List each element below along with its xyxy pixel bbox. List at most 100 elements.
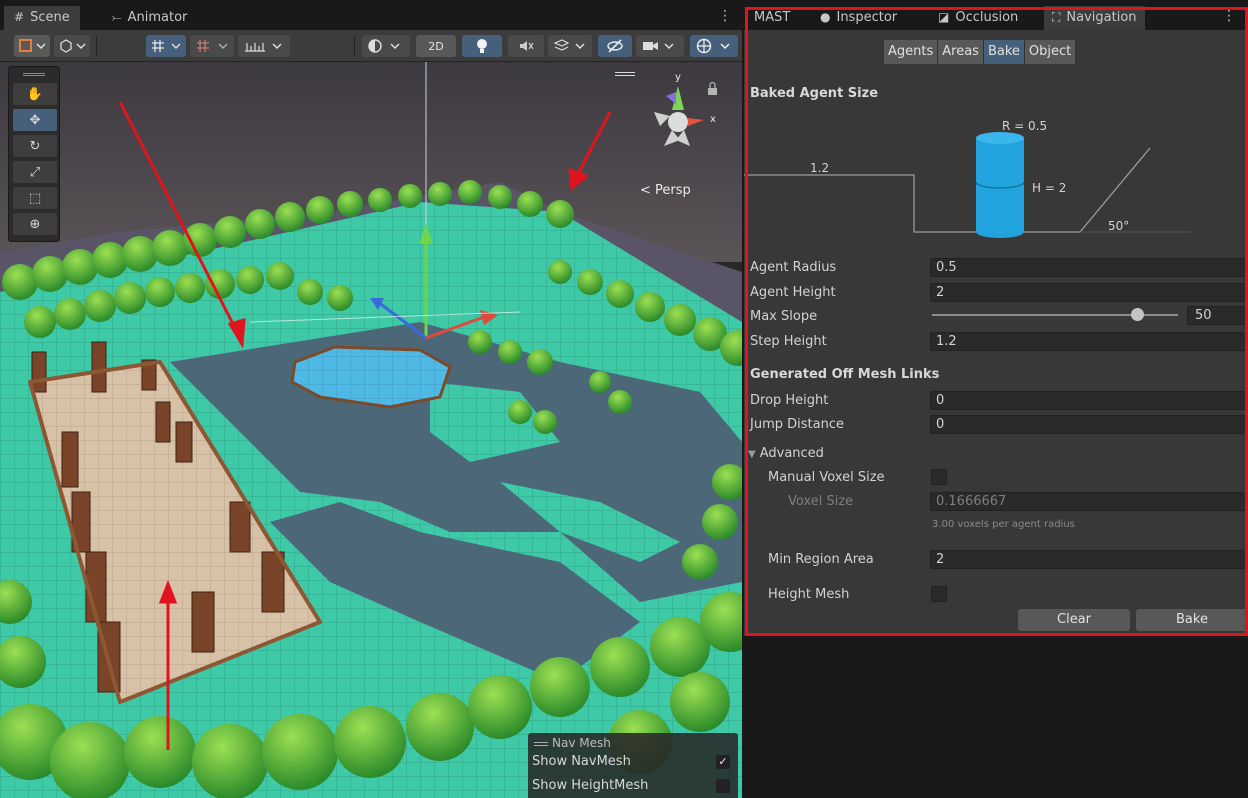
grid-icon: # xyxy=(14,10,25,24)
triangle-down-icon: ▼ xyxy=(748,449,756,460)
inspector-panel: MAST ● Inspector ◪ Occlusion ⛶ Navigation ⋮… xyxy=(744,0,1248,798)
inspector-more-menu-icon[interactable]: ⋮ xyxy=(1222,8,1236,24)
rotate-tool-button[interactable]: ↻ xyxy=(13,135,57,157)
scene-render: x y xyxy=(0,62,742,798)
step-height-field[interactable]: 1.2 xyxy=(930,332,1248,351)
clear-button[interactable]: Clear xyxy=(1018,609,1130,631)
hand-icon: ✋ xyxy=(26,86,44,102)
scale-icon: ⤢ xyxy=(29,164,41,180)
audio-toggle[interactable] xyxy=(508,35,544,57)
voxel-size-field: 0.1666667 xyxy=(930,492,1248,511)
navmesh-overlay-header[interactable]: Nav Mesh xyxy=(534,736,611,750)
transform-icon: ⊕ xyxy=(29,216,41,232)
agent-height-label: Agent Height xyxy=(750,285,836,300)
grid-snap-toggle[interactable] xyxy=(146,35,186,57)
sub-tab-areas[interactable]: Areas xyxy=(938,40,984,64)
sub-tab-object[interactable]: Object xyxy=(1024,40,1077,64)
rect-transform-icon: ⬚ xyxy=(28,190,42,206)
height-diagram-label: H = 2 xyxy=(1032,181,1066,195)
agent-height-field[interactable]: 2 xyxy=(930,283,1248,302)
manual-voxel-size-label: Manual Voxel Size xyxy=(768,470,885,485)
max-slope-field[interactable]: 50 xyxy=(1187,306,1248,325)
draw-mode-dropdown[interactable] xyxy=(14,35,50,57)
bake-button[interactable]: Bake xyxy=(1136,609,1248,631)
show-navmesh-row[interactable]: Show NavMesh ✓ xyxy=(532,754,734,772)
baked-agent-size-title: Baked Agent Size xyxy=(750,86,879,101)
show-heightmesh-row[interactable]: Show HeightMesh xyxy=(532,778,734,796)
agent-radius-field[interactable]: 0.5 xyxy=(930,258,1248,277)
view-tool-button[interactable]: ✋ xyxy=(13,83,57,105)
manual-voxel-size-checkbox[interactable] xyxy=(931,469,947,485)
overlay-grip-icon xyxy=(534,741,548,746)
step-height-diagram-label: 1.2 xyxy=(810,161,829,175)
move-tool-button[interactable]: ✥ xyxy=(13,109,57,131)
effects-stack-icon xyxy=(553,39,585,51)
min-region-area-label: Min Region Area xyxy=(768,552,874,567)
tools-overlay: ✋ ✥ ↻ ⤢ ⬚ ⊕ xyxy=(8,66,60,242)
2d-toggle-button[interactable]: 2D xyxy=(416,35,456,57)
rotate-icon: ↻ xyxy=(29,138,41,154)
camera-settings-dropdown[interactable] xyxy=(636,35,684,57)
tab-inspector[interactable]: ● Inspector xyxy=(812,6,905,30)
min-region-area-field[interactable]: 2 xyxy=(930,550,1248,569)
eye-slash-icon xyxy=(607,39,623,53)
snap-settings-dropdown[interactable] xyxy=(238,35,290,57)
sub-tab-agents[interactable]: Agents xyxy=(884,40,939,64)
toolbar-separator xyxy=(354,36,355,56)
shading-sphere-icon xyxy=(368,39,400,53)
transform-tool-button[interactable]: ⊕ xyxy=(13,213,57,235)
scene-visibility-toggle[interactable] xyxy=(598,35,632,57)
tools-overlay-grip[interactable] xyxy=(23,73,45,76)
increment-snap-toggle[interactable] xyxy=(190,35,234,57)
voxel-hint-text: 3.00 voxels per agent radius xyxy=(932,519,1075,530)
height-mesh-checkbox[interactable] xyxy=(931,586,947,602)
off-mesh-links-title: Generated Off Mesh Links xyxy=(750,367,940,382)
drop-height-label: Drop Height xyxy=(750,393,829,408)
draw-mode-icon xyxy=(19,39,46,52)
scale-tool-button[interactable]: ⤢ xyxy=(13,161,57,183)
drop-height-field[interactable]: 0 xyxy=(930,391,1248,410)
voxel-size-label: Voxel Size xyxy=(788,494,854,509)
effects-dropdown[interactable] xyxy=(548,35,592,57)
tab-occlusion[interactable]: ◪ Occlusion xyxy=(930,6,1026,30)
agent-size-diagram: 1.2 R = 0.5 H = 2 50° xyxy=(744,119,1190,238)
scene-viewport[interactable]: x y xyxy=(0,62,742,798)
animator-icon: ⤚ xyxy=(112,10,122,24)
navigation-sub-tabs: Agents Areas Bake Object xyxy=(884,40,1077,64)
projection-label[interactable]: < Persp xyxy=(640,183,691,198)
gizmo-menu-icon[interactable] xyxy=(615,72,635,76)
show-heightmesh-checkbox[interactable] xyxy=(716,779,730,793)
step-height-label: Step Height xyxy=(750,334,827,349)
svg-text:y: y xyxy=(675,72,681,83)
scene-toolbar: 2D xyxy=(0,30,742,62)
navmesh-overlay: Nav Mesh Show NavMesh ✓ Show HeightMesh xyxy=(528,733,738,798)
slope-diagram-label: 50° xyxy=(1108,219,1129,233)
cube-icon xyxy=(60,39,86,53)
rect-tool-button[interactable]: ⬚ xyxy=(13,187,57,209)
move-arrows-icon: ✥ xyxy=(29,112,41,128)
tab-scene[interactable]: # Scene xyxy=(4,6,80,30)
render-mode-dropdown[interactable] xyxy=(54,35,90,57)
jump-distance-field[interactable]: 0 xyxy=(930,415,1248,434)
max-slope-slider-handle[interactable] xyxy=(1130,308,1144,321)
lighting-toggle[interactable] xyxy=(462,35,502,57)
jump-distance-label: Jump Distance xyxy=(750,417,844,432)
grid-snap-icon xyxy=(152,40,181,52)
tab-animator[interactable]: ⤚ Animator xyxy=(102,6,197,30)
gizmos-dropdown[interactable] xyxy=(690,35,738,57)
show-navmesh-checkbox[interactable]: ✓ xyxy=(716,755,730,769)
advanced-foldout[interactable]: ▼ Advanced xyxy=(748,446,824,461)
tab-mast[interactable]: MAST xyxy=(746,6,798,30)
lightbulb-icon xyxy=(477,39,487,53)
ruler-icon xyxy=(245,43,282,52)
navigation-icon: ⛶ xyxy=(1052,10,1061,24)
scene-tab-bar: # Scene ⤚ Animator ⋮ xyxy=(0,0,742,30)
camera-icon xyxy=(643,42,674,50)
toolbar-separator xyxy=(96,36,97,56)
agent-radius-label: Agent Radius xyxy=(750,260,837,275)
tab-navigation[interactable]: ⛶ Navigation xyxy=(1044,6,1145,30)
shading-mode-dropdown[interactable] xyxy=(362,35,410,57)
sub-tab-bake[interactable]: Bake xyxy=(983,40,1025,64)
scene-more-menu-icon[interactable]: ⋮ xyxy=(718,8,732,24)
scene-view-panel: # Scene ⤚ Animator ⋮ 2D x y ✋ ✥ ↻ ⤢ ⬚ ⊕ … xyxy=(0,0,742,798)
